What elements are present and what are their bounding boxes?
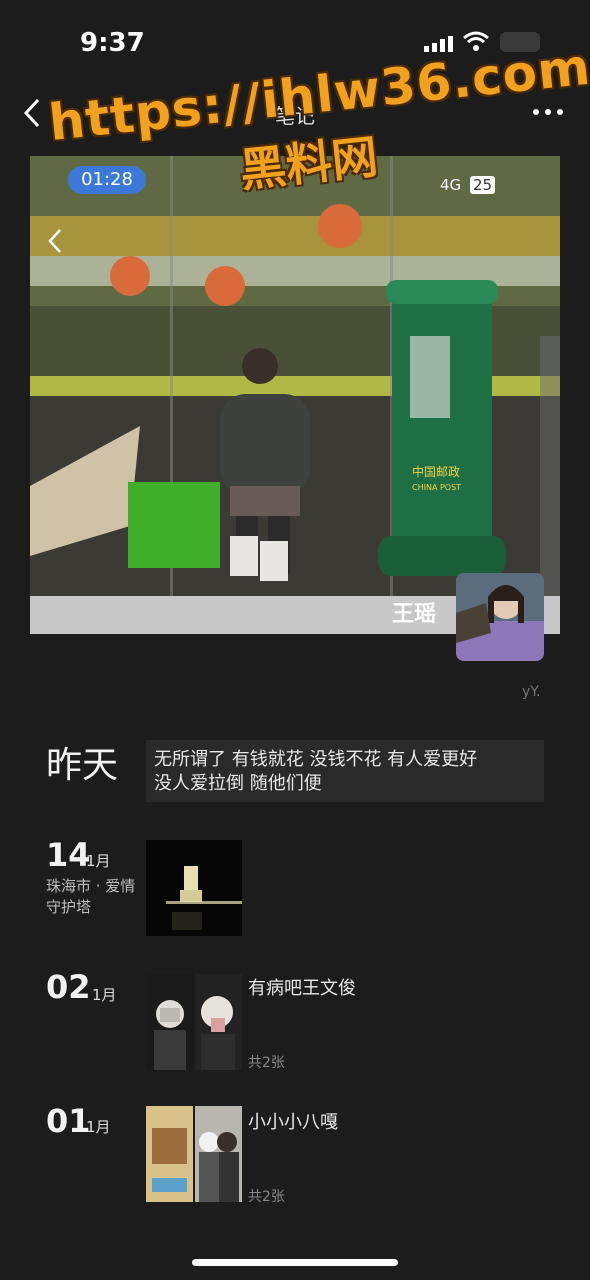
avatar-image — [456, 573, 544, 661]
entry-month: 1月 — [86, 1118, 111, 1136]
photo-back-icon — [48, 229, 61, 253]
poster-image — [146, 1106, 193, 1202]
photo-status-overlay: 4G 25 — [440, 176, 496, 194]
more-options-icon[interactable] — [532, 104, 564, 120]
entry-text: 小小小八嘎 — [248, 1112, 338, 1133]
tower-night-image — [146, 840, 242, 936]
battery-icon — [500, 32, 540, 52]
signature-text: yY. — [522, 684, 541, 700]
moment-photo[interactable]: 中国邮政 CHINA POST 01:28 4G 25 — [30, 156, 560, 634]
selfie-image — [195, 974, 242, 1070]
storefront-photo-illustration: 中国邮政 CHINA POST — [30, 156, 560, 634]
status-bar: 9:37 — [0, 0, 590, 80]
wifi-icon — [463, 31, 489, 51]
entry-month: 1月 — [92, 986, 117, 1004]
entry-thumbnail[interactable] — [146, 974, 193, 1070]
avatar[interactable] — [456, 573, 544, 661]
text-entry-box[interactable]: 无所谓了 有钱就花 没钱不花 有人爱更好 没人爱拉倒 随他们便 — [146, 740, 544, 802]
entry-thumbnail[interactable] — [195, 974, 242, 1070]
entry-text: 有病吧王文俊 — [248, 978, 356, 999]
entry-day: 01 — [46, 1102, 91, 1140]
photo-network: 4G — [440, 176, 462, 194]
text-entry-line1: 无所谓了 有钱就花 没钱不花 有人爱更好 — [154, 749, 478, 770]
entry-thumbnail[interactable] — [195, 1106, 242, 1202]
photo-battery: 25 — [469, 176, 496, 194]
entry-month: 1月 — [86, 852, 111, 870]
cellular-signal-icon — [424, 36, 453, 52]
entry-thumbnail[interactable] — [146, 840, 242, 936]
entry-date-yesterday: 昨天 — [46, 745, 119, 786]
home-indicator[interactable] — [192, 1259, 398, 1266]
post-brand-cn: 中国邮政 — [412, 464, 460, 479]
photo-count: 共2张 — [248, 1055, 285, 1071]
video-duration-badge: 01:28 — [68, 166, 146, 194]
status-time: 9:37 — [80, 28, 145, 58]
entry-location: 珠海市 · 爱情守护塔 — [46, 877, 136, 916]
friends-image — [195, 1106, 242, 1202]
post-brand-en: CHINA POST — [412, 483, 461, 492]
photo-count: 共2张 — [248, 1189, 285, 1205]
selfie-image — [146, 974, 193, 1070]
entry-day: 14 — [46, 836, 91, 874]
caption-name: 王瑶 — [392, 602, 437, 627]
page-title: 笔记 — [275, 104, 315, 128]
entry-day: 02 — [46, 968, 91, 1006]
entry-thumbnail[interactable] — [146, 1106, 193, 1202]
text-entry-line2: 没人爱拉倒 随他们便 — [154, 773, 322, 794]
